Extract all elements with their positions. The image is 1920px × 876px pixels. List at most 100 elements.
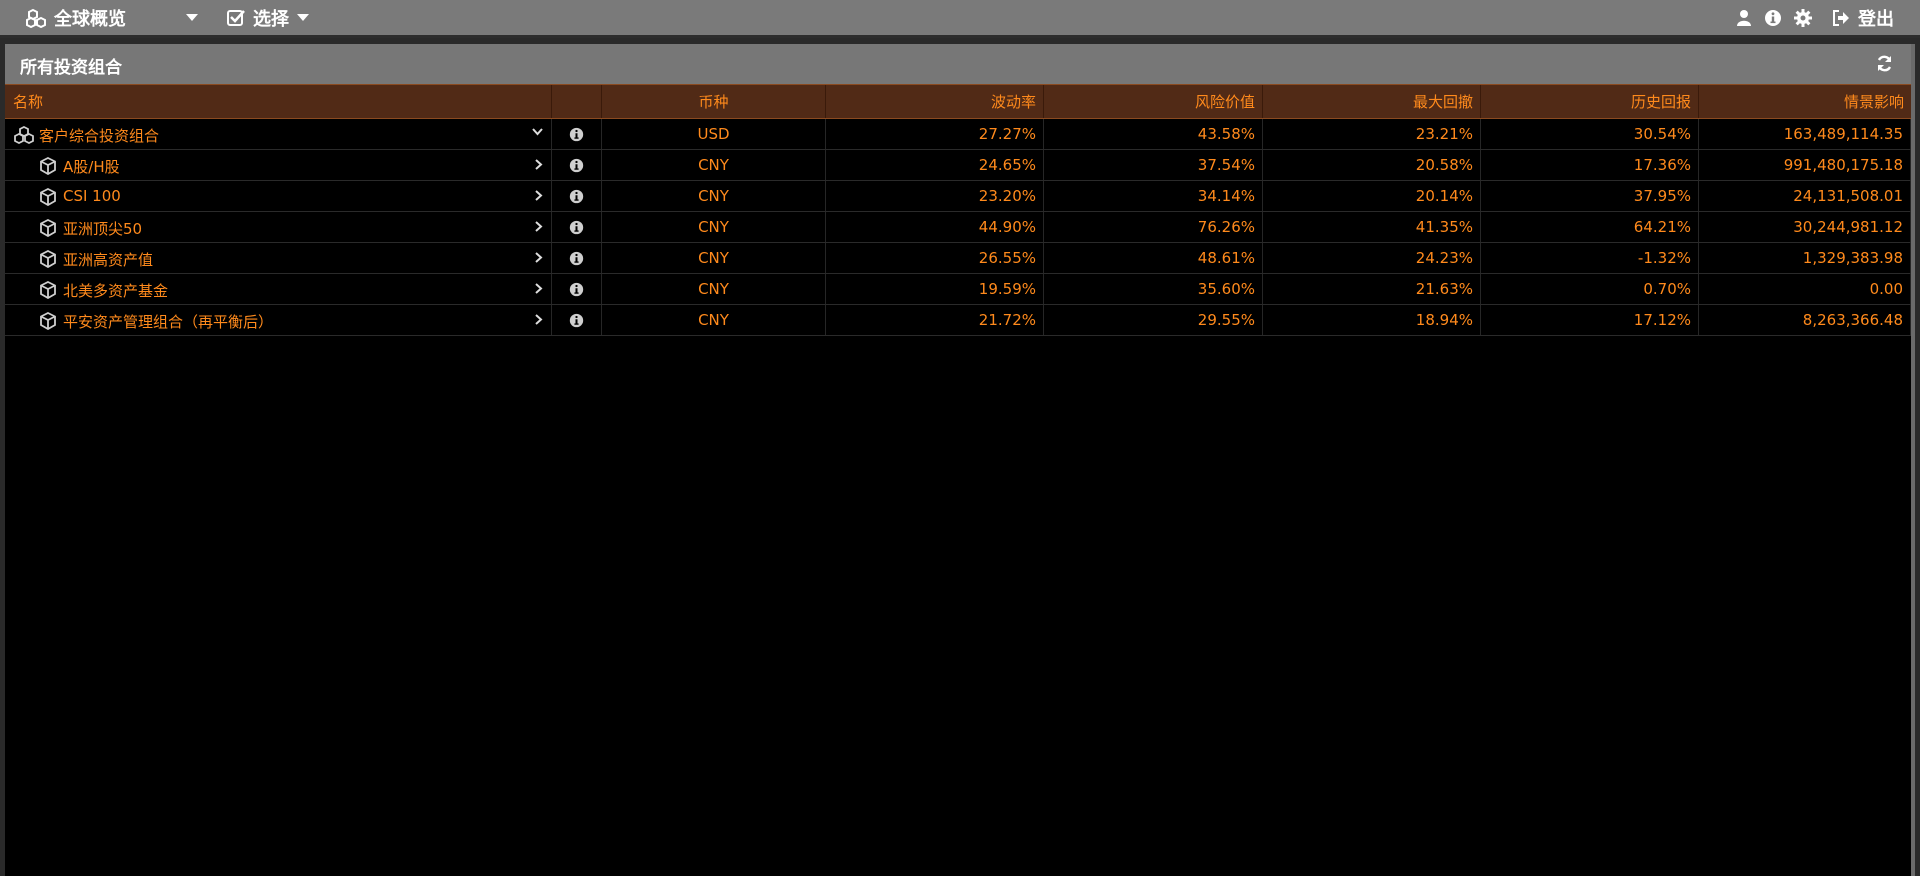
hist-return-cell: 30.54% [1481,119,1699,149]
chevron-right-icon[interactable] [535,314,543,325]
hist-return-cell: 17.36% [1481,150,1699,180]
volatility-cell: 19.59% [826,274,1044,304]
info-cell [552,274,602,304]
currency-cell: CNY [602,243,826,273]
info-icon[interactable] [1764,9,1782,27]
cube-icon [40,281,56,299]
currency-cell: CNY [602,274,826,304]
name-cell: 北美多资产基金 [5,274,552,304]
max-drawdown-cell: 23.21% [1263,119,1481,149]
var-cell: 37.54% [1044,150,1263,180]
info-icon[interactable] [569,189,584,204]
name-cell: 客户综合投资组合 [5,119,552,149]
chevron-right-icon[interactable] [535,283,543,294]
chevron-down-icon[interactable] [532,128,543,136]
column-header-var[interactable]: 风险价值 [1044,85,1263,118]
max-drawdown-cell: 18.94% [1263,305,1481,335]
volatility-cell: 21.72% [826,305,1044,335]
chevron-right-icon[interactable] [535,190,543,201]
var-cell: 43.58% [1044,119,1263,149]
table-row[interactable]: 北美多资产基金 CNY 19.59% 35.60% 21.63% 0.70% 0… [5,274,1911,305]
var-cell: 29.55% [1044,305,1263,335]
info-icon[interactable] [569,313,584,328]
currency-cell: CNY [602,305,826,335]
var-cell: 48.61% [1044,243,1263,273]
var-cell: 34.14% [1044,181,1263,211]
scenario-impact-cell: 1,329,383.98 [1699,243,1911,273]
chevron-right-icon[interactable] [535,252,543,263]
name-cell: 亚洲顶尖50 [5,212,552,242]
select-label: 选择 [253,9,289,30]
top-navigation-bar: 全球概览 选择 登出 [0,0,1920,38]
panel-title: 所有投资组合 [20,58,122,78]
currency-cell: CNY [602,212,826,242]
table-row[interactable]: CSI 100 CNY 23.20% 34.14% 20.14% 37.95% … [5,181,1911,212]
hist-return-cell: 0.70% [1481,274,1699,304]
column-header-scenario-impact[interactable]: 情景影响 [1699,85,1911,118]
column-header-volatility[interactable]: 波动率 [826,85,1044,118]
hist-return-cell: 17.12% [1481,305,1699,335]
portfolio-panel: 所有投资组合 名称 币种 波动率 风险价值 最大回撤 历史回报 情景影响 客户综… [5,44,1915,876]
var-cell: 35.60% [1044,274,1263,304]
table-row[interactable]: A股/H股 CNY 24.65% 37.54% 20.58% 17.36% 99… [5,150,1911,181]
hist-return-cell: -1.32% [1481,243,1699,273]
scenario-impact-cell: 24,131,508.01 [1699,181,1911,211]
hist-return-cell: 37.95% [1481,181,1699,211]
hist-return-cell: 64.21% [1481,212,1699,242]
column-header-currency[interactable]: 币种 [602,85,826,118]
caret-down-icon [186,14,198,21]
scenario-impact-cell: 0.00 [1699,274,1911,304]
portfolio-name[interactable]: 北美多资产基金 [63,280,168,301]
table-row[interactable]: 客户综合投资组合 USD 27.27% 43.58% 23.21% 30.54%… [5,119,1911,150]
info-icon[interactable] [569,220,584,235]
portfolio-name[interactable]: CSI 100 [63,187,121,205]
table-body: 客户综合投资组合 USD 27.27% 43.58% 23.21% 30.54%… [5,119,1911,336]
info-cell [552,119,602,149]
info-icon[interactable] [569,127,584,142]
portfolio-name[interactable]: A股/H股 [63,156,120,177]
info-cell [552,305,602,335]
max-drawdown-cell: 24.23% [1263,243,1481,273]
refresh-icon[interactable] [1876,55,1893,72]
scenario-impact-cell: 163,489,114.35 [1699,119,1911,149]
max-drawdown-cell: 21.63% [1263,274,1481,304]
name-cell: 亚洲高资产值 [5,243,552,273]
chevron-right-icon[interactable] [535,221,543,232]
table-row[interactable]: 平安资产管理组合（再平衡后） CNY 21.72% 29.55% 18.94% … [5,305,1911,336]
logout-button[interactable]: 登出 [1832,0,1894,36]
cube-icon [40,250,56,268]
gear-icon[interactable] [1794,9,1812,27]
info-icon[interactable] [569,158,584,173]
table-row[interactable]: 亚洲高资产值 CNY 26.55% 48.61% 24.23% -1.32% 1… [5,243,1911,274]
select-menu[interactable]: 选择 [227,0,309,36]
name-cell: A股/H股 [5,150,552,180]
cubes-icon [26,8,46,28]
max-drawdown-cell: 41.35% [1263,212,1481,242]
cube-icon [40,219,56,237]
caret-down-icon [297,14,309,21]
column-header-max-drawdown[interactable]: 最大回撤 [1263,85,1481,118]
portfolio-name[interactable]: 客户综合投资组合 [39,125,159,146]
cube-icon [40,188,56,206]
chevron-right-icon[interactable] [535,159,543,170]
user-icon[interactable] [1736,9,1752,27]
scenario-impact-cell: 991,480,175.18 [1699,150,1911,180]
cube-icon [40,312,56,330]
portfolio-name[interactable]: 亚洲顶尖50 [63,218,142,239]
info-cell [552,243,602,273]
info-cell [552,150,602,180]
volatility-cell: 26.55% [826,243,1044,273]
column-header-hist-return[interactable]: 历史回报 [1481,85,1699,118]
var-cell: 76.26% [1044,212,1263,242]
global-overview-menu[interactable]: 全球概览 [26,0,198,36]
cubes-icon [14,126,34,144]
info-icon[interactable] [569,251,584,266]
info-icon[interactable] [569,282,584,297]
portfolio-name[interactable]: 平安资产管理组合（再平衡后） [63,311,273,332]
name-cell: CSI 100 [5,181,552,211]
volatility-cell: 24.65% [826,150,1044,180]
scenario-impact-cell: 30,244,981.12 [1699,212,1911,242]
column-header-name[interactable]: 名称 [5,85,552,118]
portfolio-name[interactable]: 亚洲高资产值 [63,249,153,270]
table-row[interactable]: 亚洲顶尖50 CNY 44.90% 76.26% 41.35% 64.21% 3… [5,212,1911,243]
